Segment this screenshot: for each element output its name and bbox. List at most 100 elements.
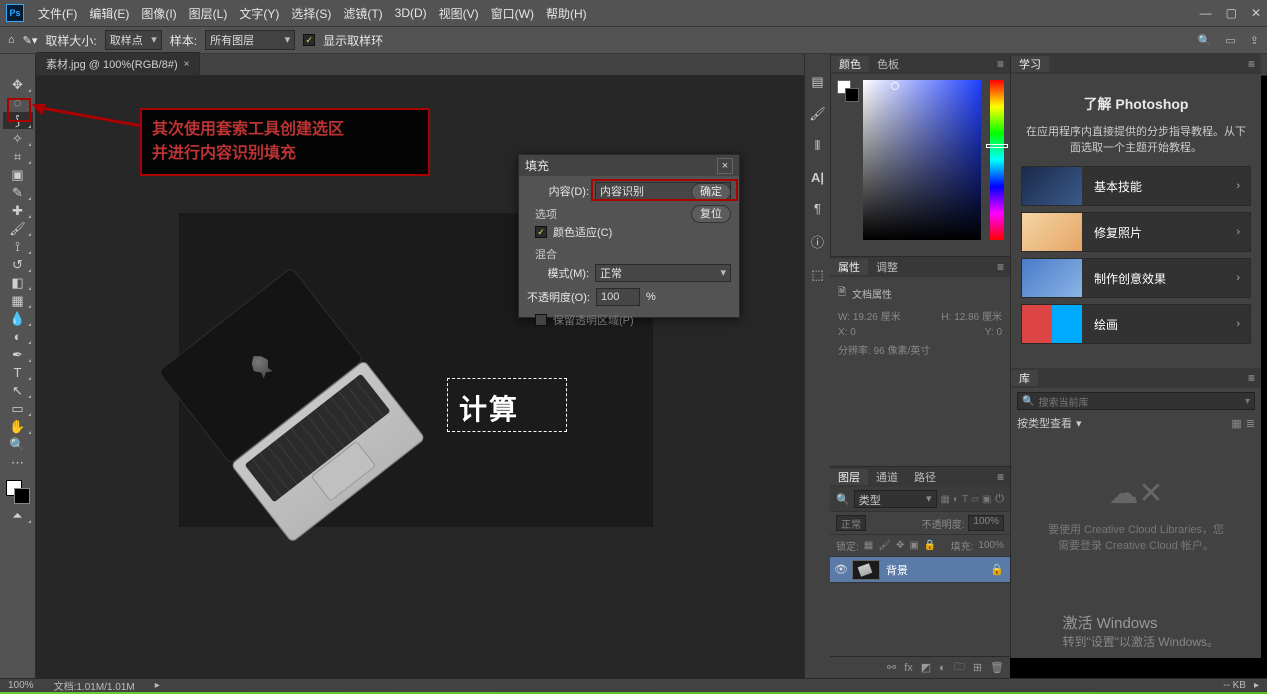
char-panel-icon[interactable]: A| [811,170,824,185]
layer-row[interactable]: 👁 背景 🔒 [830,557,1010,583]
eyedropper-icon[interactable]: ✎▾ [23,34,38,47]
menu-layer[interactable]: 图层(L) [183,5,234,22]
quick-select-tool[interactable]: ✧ [3,130,33,147]
layer-name[interactable]: 背景 [886,562,990,578]
filter-pixel-icon[interactable]: ▦ [941,494,950,505]
lock-pos-icon[interactable]: ✥ [896,540,904,551]
list-view-icon[interactable]: ≣ [1246,417,1255,430]
screen-mode-tool[interactable]: ⏶ [3,507,33,524]
menu-image[interactable]: 图像(I) [135,5,182,22]
eraser-tool[interactable]: ◧ [3,274,33,291]
link-layers-icon[interactable]: ⚯ [887,661,896,674]
adjustments-tab[interactable]: 调整 [868,259,906,275]
layer-filter-search-icon[interactable]: 🔍 [836,493,850,506]
show-ring-checkbox[interactable]: ✓ [303,34,315,46]
color-swatches[interactable] [4,478,32,506]
tutorial-basics[interactable]: 基本技能› [1021,166,1251,206]
props-panel-menu-icon[interactable]: ≡ [991,260,1010,274]
tutorial-creative[interactable]: 制作创意效果› [1021,258,1251,298]
fill-value[interactable]: 100% [978,540,1004,551]
opacity-value[interactable]: 100% [968,515,1004,531]
menu-filter[interactable]: 滤镜(T) [337,5,388,22]
swatches-tab[interactable]: 色板 [869,56,907,72]
menu-type[interactable]: 文字(Y) [233,5,285,22]
layers-panel-menu-icon[interactable]: ≡ [991,470,1010,484]
brush-tool[interactable]: 🖌 [3,220,33,237]
dodge-tool[interactable]: ◐ [3,328,33,345]
filter-smart-icon[interactable]: ▣ [982,494,991,505]
group-icon[interactable]: 🗀 [954,658,965,677]
fill-opacity-input[interactable] [596,288,640,306]
filter-adjust-icon[interactable]: ◐ [953,494,959,505]
history-panel-icon[interactable]: ▤ [811,74,823,90]
menu-select[interactable]: 选择(S) [285,5,337,22]
frame-tool[interactable]: ▣ [3,166,33,183]
learn-tab[interactable]: 学习 [1011,56,1049,72]
color-tab[interactable]: 颜色 [831,56,869,72]
library-search-input[interactable]: 🔍 搜索当前库 ▾ [1017,392,1255,410]
sample-layers-select[interactable]: 所有图层 [205,30,295,50]
stamp-tool[interactable]: ⟟ [3,238,33,255]
delete-layer-icon[interactable]: 🗑 [990,661,1004,674]
hue-slider[interactable] [990,80,1004,240]
blend-mode-select[interactable]: 正常 [836,515,866,531]
layers-tab[interactable]: 图层 [830,469,868,485]
zoom-tool[interactable]: 🔍 [3,436,33,453]
layer-lock-icon[interactable]: 🔒 [990,563,1004,576]
tutorial-paint[interactable]: 绘画› [1021,304,1251,344]
layer-mask-icon[interactable]: ◩ [921,661,931,674]
hand-tool[interactable]: ✋ [3,418,33,435]
brush-panel-icon[interactable]: 🖌 [809,106,826,122]
menu-edit[interactable]: 编辑(E) [83,5,135,22]
type-tool[interactable]: T [3,364,33,381]
libs-panel-menu-icon[interactable]: ≡ [1242,371,1261,385]
new-layer-icon[interactable]: ⊞ [973,661,982,674]
share-icon[interactable]: ⇪ [1250,34,1259,47]
layer-thumbnail[interactable] [852,560,880,580]
workspace-icon[interactable]: ▭ [1225,34,1235,47]
pen-tool[interactable]: ✒ [3,346,33,363]
document-tab[interactable]: 素材.jpg @ 100%(RGB/8#) × [36,52,200,75]
dialog-titlebar[interactable]: 填充 × [519,155,739,176]
properties-tab[interactable]: 属性 [830,259,868,275]
close-button[interactable]: ✕ [1251,6,1261,20]
layer-fx-icon[interactable]: fx [904,662,913,674]
para-panel-icon[interactable]: ¶ [814,201,821,216]
minimize-button[interactable]: — [1200,6,1212,20]
menu-help[interactable]: 帮助(H) [540,5,593,22]
color-fg-bg-swatch[interactable] [837,80,859,102]
menu-view[interactable]: 视图(V) [433,5,485,22]
menu-file[interactable]: 文件(F) [32,5,83,22]
lock-paint-icon[interactable]: 🖌 [878,540,891,551]
color-sv-picker[interactable] [863,80,981,240]
fill-mode-select[interactable]: 正常 [595,264,731,282]
maximize-button[interactable]: ▢ [1226,6,1237,20]
history-brush-tool[interactable]: ↺ [3,256,33,273]
move-tool[interactable]: ✥ [3,76,33,93]
chevron-right-icon[interactable]: ▸ [1254,680,1259,691]
path-select-tool[interactable]: ↖ [3,382,33,399]
adjustment-layer-icon[interactable]: ◐ [939,662,946,674]
home-icon[interactable]: ⌂ [8,34,15,46]
library-filter-select[interactable]: 按类型查看 [1017,415,1072,431]
layer-filter-kind[interactable]: 类型 [854,490,937,508]
dialog-close-icon[interactable]: × [717,158,733,174]
learn-panel-menu-icon[interactable]: ≡ [1242,57,1261,71]
menu-window[interactable]: 窗口(W) [485,5,540,22]
healing-tool[interactable]: ✚ [3,202,33,219]
libraries-tab[interactable]: 库 [1011,370,1038,386]
sample-size-select[interactable]: 取样点 [105,30,162,50]
info-panel-icon[interactable]: ⓘ [811,232,824,251]
grid-view-icon[interactable]: ▦ [1231,417,1241,430]
paths-tab[interactable]: 路径 [906,469,944,485]
cube-panel-icon[interactable]: ⬚ [811,267,823,283]
eyedropper-tool[interactable]: ✎ [3,184,33,201]
tutorial-retouch[interactable]: 修复照片› [1021,212,1251,252]
blur-tool[interactable]: 💧 [3,310,33,327]
filter-shape-icon[interactable]: ▱ [971,494,979,505]
chevron-down-icon[interactable]: ▾ [1245,396,1250,407]
lock-nest-icon[interactable]: ▣ [909,540,918,551]
filter-type-icon[interactable]: T [962,494,968,505]
layer-visibility-icon[interactable]: 👁 [830,563,852,576]
lock-all-icon[interactable]: 🔒 [924,540,936,551]
